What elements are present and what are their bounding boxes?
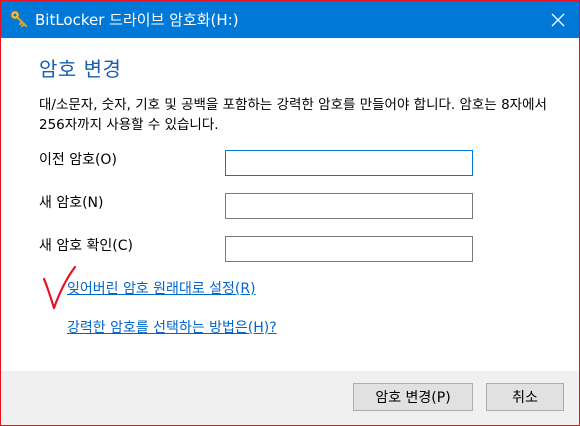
change-password-button[interactable]: 암호 변경(P) [353,383,473,411]
close-button[interactable] [545,7,571,33]
close-icon [551,13,565,27]
dialog-footer: 암호 변경(P) 취소 [1,371,579,425]
page-title: 암호 변경 [39,57,122,81]
new-password-field[interactable] [225,193,473,219]
dialog-content: 암호 변경 대/소문자, 숫자, 기호 및 공백을 포함하는 강력한 암호를 만… [1,38,579,371]
reset-forgotten-password-link[interactable]: 잊어버린 암호 원래대로 설정(R) [67,280,256,298]
title-bar[interactable]: BitLocker 드라이브 암호화(H:) [1,1,579,38]
bitlocker-dialog: BitLocker 드라이브 암호화(H:) 암호 변경 대/소문자, 숫자, … [0,0,580,426]
new-password-label: 새 암호(N) [39,195,104,211]
confirm-password-field[interactable] [225,236,473,262]
old-password-field[interactable] [225,150,473,176]
password-requirements-text: 대/소문자, 숫자, 기호 및 공백을 포함하는 강력한 암호를 만들어야 합니… [39,97,547,133]
cancel-button[interactable]: 취소 [486,383,564,411]
old-password-label: 이전 암호(O) [39,152,117,168]
window-title: BitLocker 드라이브 암호화(H:) [35,11,239,29]
bitlocker-key-icon [9,9,29,29]
strong-password-help-link[interactable]: 강력한 암호를 선택하는 방법은(H)? [67,319,277,337]
confirm-password-label: 새 암호 확인(C) [39,238,133,254]
